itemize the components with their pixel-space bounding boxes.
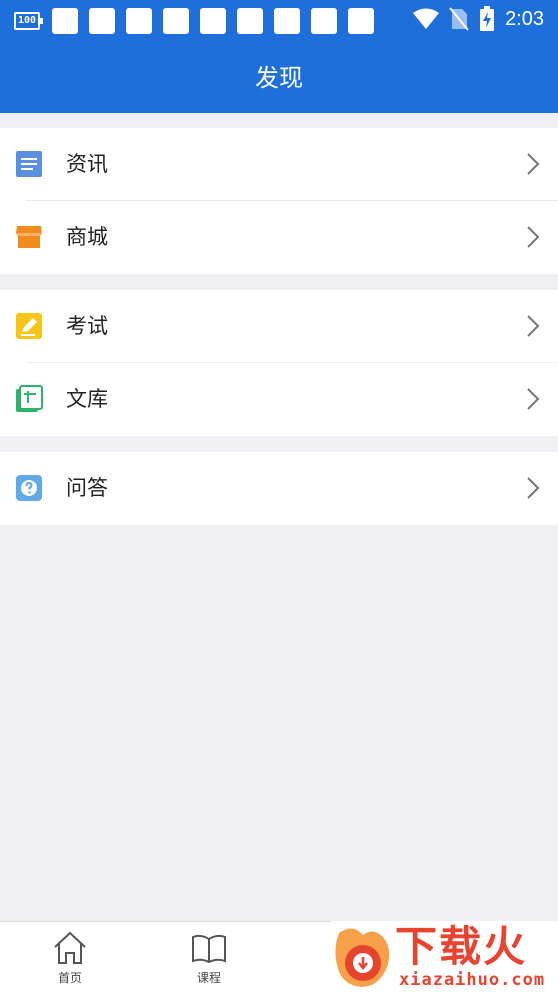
notification-icon [237,8,263,34]
notification-icon [200,8,226,34]
news-icon [16,151,42,177]
tab-label: 首页 [57,971,82,985]
chevron-right-icon [527,153,540,175]
page-title: 发现 [255,64,303,92]
notification-icon [52,8,78,34]
notification-icon [163,8,189,34]
chevron-right-icon [527,226,540,248]
no-sim-icon [449,7,469,31]
notification-icon [126,8,152,34]
library-book-icon [16,385,43,412]
notification-icon [311,8,337,34]
menu-item-qa[interactable]: 问答 [0,452,558,525]
notification-icon [348,8,374,34]
store-icon [16,226,42,248]
menu-item-label: 文库 [66,387,108,411]
status-clock: 2:03 [505,7,544,30]
tab-home[interactable]: 首页 [30,922,110,992]
exam-pencil-icon [16,313,42,339]
menu-group-3: 问答 [0,452,558,525]
wifi-icon [413,8,440,29]
chevron-right-icon [527,477,540,499]
watermark-logo: 下载火 xiazaihuo.com [331,921,558,992]
book-open-icon [192,934,226,964]
tab-label: 课程 [196,971,221,985]
menu-group-1: 资讯 商城 [0,128,558,274]
chevron-right-icon [527,388,540,410]
tab-courses[interactable]: 课程 [169,922,249,992]
chevron-right-icon [527,315,540,337]
battery-charging-icon [480,6,495,31]
battery-level-badge: 100 [14,12,43,30]
menu-item-library[interactable]: 文库 [0,363,558,436]
menu-item-store[interactable]: 商城 [0,201,558,274]
menu-item-label: 考试 [66,314,108,338]
menu-item-label: 资讯 [66,152,108,176]
flame-download-icon [335,928,390,987]
home-icon [54,931,86,964]
question-icon [16,475,42,501]
status-bar: 100 2:03 [0,0,558,40]
app-header: 100 2:03 发现 [0,0,558,113]
menu-item-news[interactable]: 资讯 [0,128,558,201]
menu-item-label: 问答 [66,476,108,500]
menu-group-2: 考试 文库 [0,290,558,436]
status-bar-right: 2:03 [413,6,544,32]
menu-item-exam[interactable]: 考试 [0,290,558,363]
menu-item-label: 商城 [66,225,108,249]
watermark-text: 下载火 [395,922,528,971]
notification-icon [274,8,300,34]
notification-icon [89,8,115,34]
watermark-url: xiazaihuo.com [399,970,546,990]
status-bar-left: 100 [14,8,385,34]
